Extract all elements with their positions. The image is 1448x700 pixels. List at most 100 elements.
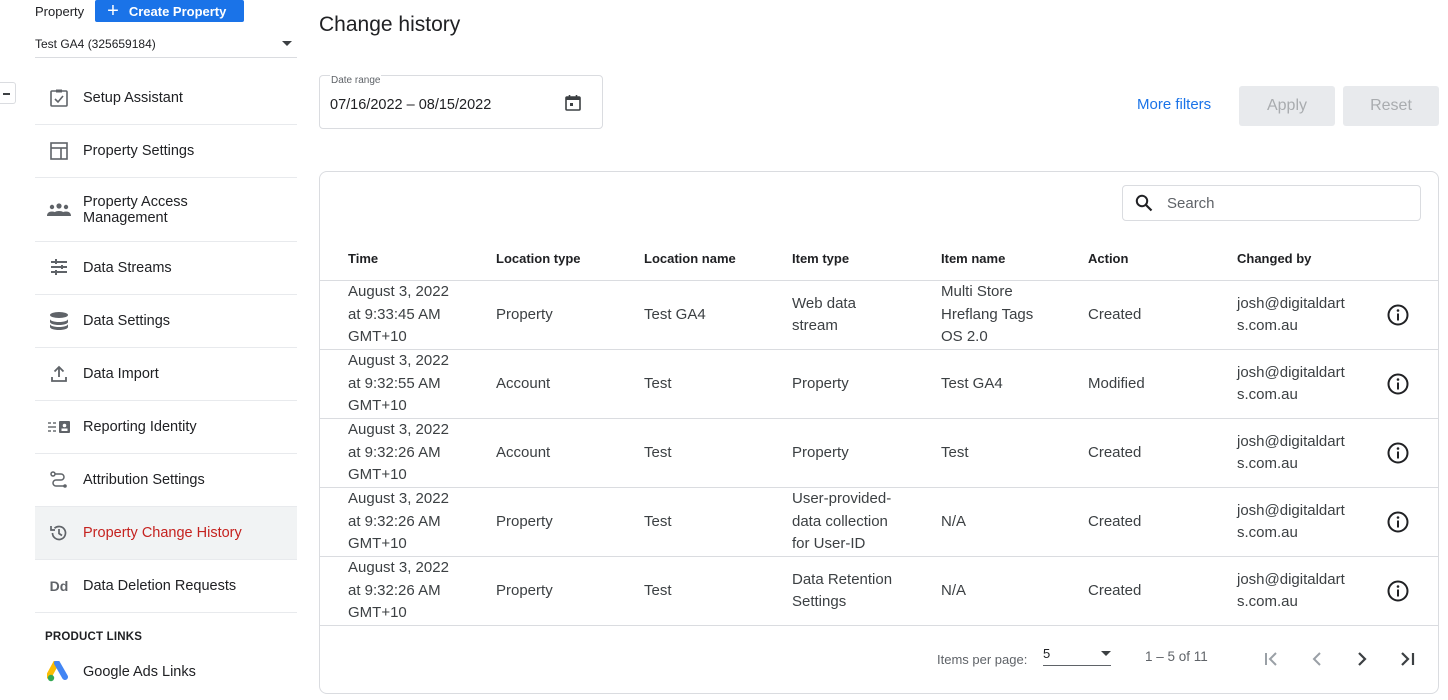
cell-time: August 3, 2022 at 9:32:26 AM GMT+10 [348, 419, 478, 487]
cell-action: Created [1088, 512, 1142, 530]
sidebar-item-label: Data Settings [83, 313, 171, 329]
info-icon[interactable] [1386, 372, 1412, 396]
cell-time-line: GMT+10 [348, 604, 407, 622]
admin-nav: Setup Assistant Property Settings Proper… [35, 72, 297, 613]
previous-page-icon[interactable] [1305, 647, 1329, 671]
sidebar-item-data-deletion-requests[interactable]: Dd Data Deletion Requests [35, 560, 297, 613]
cell-location-name: Test GA4 [644, 305, 706, 323]
cell-time-line: August 3, 2022 [348, 283, 449, 301]
cell-item-name-line: N/A [941, 512, 967, 530]
reset-button[interactable]: Reset [1343, 86, 1439, 126]
property-selector[interactable]: Test GA4 (325659184) [35, 30, 297, 58]
sidebar-item-property-change-history[interactable]: Property Change History [35, 507, 297, 560]
info-icon[interactable] [1386, 303, 1412, 327]
cell-time-line: at 9:33:45 AM [348, 305, 441, 323]
cell-time-line: August 3, 2022 [348, 352, 449, 370]
google-ads-icon [35, 661, 83, 683]
create-property-button[interactable]: + Create Property [95, 0, 245, 22]
date-range-value: 07/16/2022 – 08/15/2022 [330, 97, 492, 113]
sidebar-item-property-settings[interactable]: Property Settings [35, 125, 297, 178]
items-per-page-select[interactable]: 5 [1043, 642, 1111, 666]
sidebar-item-reporting-identity[interactable]: Reporting Identity [35, 401, 297, 454]
cell-item-type: Data Retention Settings [792, 569, 922, 614]
next-page-icon[interactable] [1350, 647, 1374, 671]
table-row[interactable]: August 3, 2022 at 9:32:26 AM GMT+10 Account… [320, 419, 1438, 488]
cell-location-type: Property [496, 305, 553, 323]
chevron-down-icon [282, 41, 292, 46]
search-input[interactable] [1167, 194, 1397, 212]
table-row[interactable]: August 3, 2022 at 9:33:45 AM GMT+10 Propert… [320, 281, 1438, 350]
info-icon[interactable] [1386, 510, 1412, 534]
cell-item-name-line: Test [941, 443, 969, 461]
streams-icon [35, 258, 83, 278]
cell-changed-by-line: s.com.au [1237, 317, 1298, 334]
more-filters-link[interactable]: More filters [1137, 96, 1211, 113]
info-icon[interactable] [1386, 579, 1412, 603]
sidebar-item-label: Data Streams [83, 260, 172, 276]
first-page-icon[interactable] [1260, 647, 1284, 671]
change-history-card: Time Location type Location name Item ty… [319, 171, 1439, 694]
column-header-location-name[interactable]: Location name [644, 248, 774, 271]
cell-changed-by-line: josh@digitaldart [1237, 432, 1345, 450]
sidebar-item-attribution-settings[interactable]: Attribution Settings [35, 454, 297, 507]
cell-action: Created [1088, 305, 1142, 323]
date-range-picker[interactable]: Date range 07/16/2022 – 08/15/2022 [319, 75, 603, 129]
column-header-time[interactable]: Time [348, 248, 478, 271]
cell-item-type: Web data stream [792, 293, 922, 338]
layout-icon [35, 141, 83, 161]
data-deletion-icon: Dd [49, 578, 69, 594]
cell-item-type-line: for User-ID [792, 535, 866, 553]
cell-location-type: Account [496, 443, 551, 461]
cell-changed-by-line: s.com.au [1237, 386, 1298, 403]
table-row[interactable]: August 3, 2022 at 9:32:26 AM GMT+10 Propert… [320, 557, 1438, 626]
column-header-action[interactable]: Action [1088, 248, 1218, 271]
identity-icon [35, 419, 83, 435]
column-header-changed-by[interactable]: Changed by [1237, 248, 1367, 271]
column-header-item-type[interactable]: Item type [792, 248, 922, 271]
cell-time-line: GMT+10 [348, 328, 407, 346]
product-links-heading: PRODUCT LINKS [45, 631, 143, 643]
table-row[interactable]: August 3, 2022 at 9:32:55 AM GMT+10 Account… [320, 350, 1438, 419]
cell-location-type: Account [496, 374, 551, 392]
cell-time-line: GMT+10 [348, 535, 407, 553]
sidebar-item-property-access-management[interactable]: Property Access Management [35, 178, 297, 242]
cell-time-line: GMT+10 [348, 466, 407, 484]
plus-icon: + [107, 0, 119, 22]
last-page-icon[interactable] [1395, 647, 1419, 671]
cell-item-name: Multi Store Hreflang Tags OS 2.0 [941, 281, 1071, 349]
sidebar-item-label: Setup Assistant [83, 90, 183, 106]
cell-changed-by: josh@digitaldart s.com.au [1237, 569, 1367, 614]
info-icon[interactable] [1386, 441, 1412, 465]
column-header-item-name[interactable]: Item name [941, 248, 1071, 271]
cell-time-line: at 9:32:26 AM [348, 443, 441, 461]
cell-time: August 3, 2022 at 9:33:45 AM GMT+10 [348, 281, 478, 349]
sidebar-item-setup-assistant[interactable]: Setup Assistant [35, 72, 297, 125]
property-selected-value: Test GA4 (325659184) [35, 36, 156, 51]
calendar-icon[interactable] [564, 94, 582, 117]
search-box[interactable] [1122, 185, 1421, 221]
sidebar-item-label: Property Change History [83, 525, 242, 541]
cell-time: August 3, 2022 at 9:32:55 AM GMT+10 [348, 350, 478, 418]
table-row[interactable]: August 3, 2022 at 9:32:26 AM GMT+10 Propert… [320, 488, 1438, 557]
cell-item-name: N/A [941, 511, 1071, 534]
cell-changed-by: josh@digitaldart s.com.au [1237, 431, 1367, 476]
cell-item-type-line: Property [792, 374, 849, 392]
apply-button[interactable]: Apply [1239, 86, 1335, 126]
cell-item-type-line: Settings [792, 593, 847, 610]
sidebar-item-data-streams[interactable]: Data Streams [35, 242, 297, 295]
column-header-location-type[interactable]: Location type [496, 248, 626, 271]
sidebar-item-label: Data Deletion Requests [83, 578, 237, 594]
attribution-icon [35, 470, 83, 490]
upload-icon [35, 364, 83, 384]
sidebar-item-data-settings[interactable]: Data Settings [35, 295, 297, 348]
cell-changed-by-line: josh@digitaldart [1237, 570, 1345, 588]
sidebar-item-data-import[interactable]: Data Import [35, 348, 297, 401]
cell-item-type: Property [792, 373, 922, 396]
sidebar-item-google-ads-links[interactable]: Google Ads Links [35, 652, 297, 692]
cell-time-line: at 9:32:55 AM [348, 374, 441, 392]
sidebar-item-label: Reporting Identity [83, 419, 197, 435]
cell-location-name: Test [644, 443, 672, 461]
cell-item-type: User-provided-data collection for User-ID [792, 488, 922, 556]
collapse-sidebar-button[interactable] [0, 82, 16, 104]
cell-item-type-line: stream [792, 317, 838, 334]
